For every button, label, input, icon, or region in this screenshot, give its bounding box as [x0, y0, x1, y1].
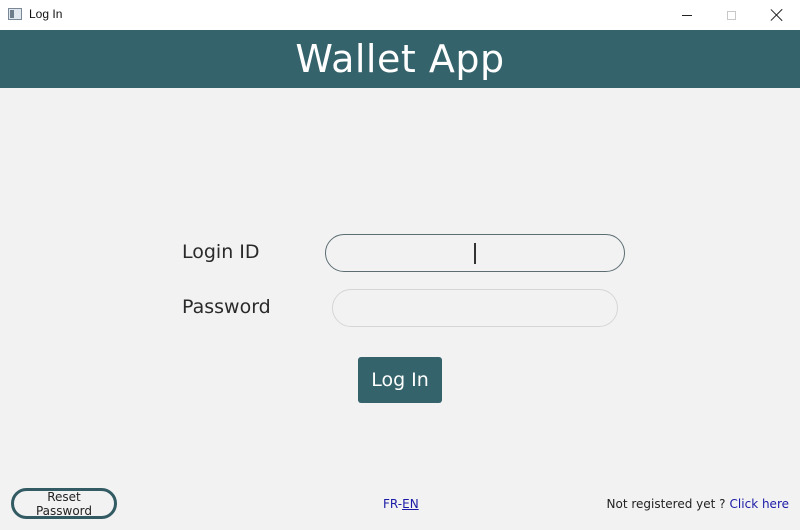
reset-password-button[interactable]: Reset Password — [11, 488, 117, 519]
minimize-button[interactable] — [664, 0, 710, 30]
register-link[interactable]: Click here — [730, 497, 789, 511]
register-prompt: Not registered yet ? Click here — [607, 497, 790, 511]
app-header: Wallet App — [0, 30, 800, 88]
minimize-icon — [682, 14, 692, 16]
login-button[interactable]: Log In — [358, 357, 442, 403]
password-label: Password — [182, 296, 271, 318]
window-title: Log In — [29, 7, 63, 21]
maximize-button[interactable] — [708, 0, 754, 30]
app-window-icon — [8, 8, 22, 20]
password-input[interactable] — [332, 289, 618, 327]
lang-fr-link[interactable]: FR — [383, 497, 398, 511]
maximize-icon — [726, 10, 736, 20]
lang-en-link[interactable]: EN — [402, 497, 419, 511]
register-text: Not registered yet ? — [606, 497, 726, 511]
login-id-label: Login ID — [182, 241, 260, 263]
app-title: Wallet App — [295, 37, 505, 81]
language-switcher: FR-EN — [383, 497, 419, 511]
window-titlebar: Log In — [0, 0, 800, 30]
close-icon — [771, 9, 783, 21]
text-caret — [474, 243, 476, 264]
close-button[interactable] — [754, 0, 800, 30]
